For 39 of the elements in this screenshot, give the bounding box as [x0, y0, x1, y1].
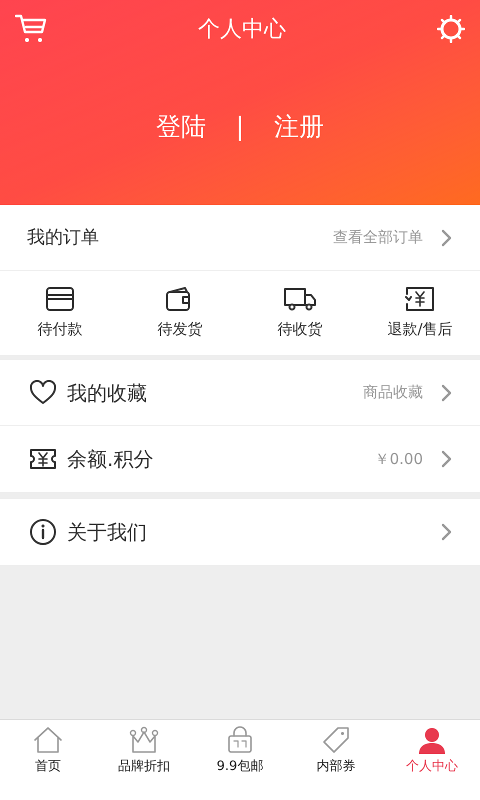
ticket-icon — [29, 447, 57, 471]
heart-icon — [29, 380, 57, 406]
tab-item[interactable]: 个人中心 — [384, 726, 480, 776]
chevron-icon — [441, 523, 453, 541]
chevron-icon — [441, 384, 453, 402]
menu-value: ￥0.00 — [374, 448, 423, 470]
cart-icon[interactable] — [15, 14, 47, 44]
shopping-bag-icon — [226, 726, 254, 754]
order-status-button[interactable]: 待收货 — [240, 271, 360, 355]
menu-label: 我的收藏 — [67, 380, 148, 406]
chevron-icon — [441, 228, 453, 246]
tab-item[interactable]: 9.9包邮 — [192, 726, 288, 776]
menu-value: 商品收藏 — [363, 382, 423, 404]
card-icon — [45, 286, 75, 312]
page-title: 个人中心 — [198, 16, 286, 44]
refund-icon — [405, 286, 435, 312]
menu-row[interactable]: 余额.积分 ￥0.00 — [0, 426, 480, 492]
tab-item[interactable]: 内部券 — [288, 726, 384, 776]
menu-row[interactable]: 关于我们 — [0, 499, 480, 565]
menu-label: 余额.积分 — [67, 446, 154, 473]
person-icon — [418, 726, 446, 754]
chevron-icon — [441, 450, 453, 468]
order-status-button[interactable]: 待付款 — [0, 271, 120, 355]
order-status-button[interactable]: 退款/售后 — [360, 271, 480, 355]
orders-row[interactable]: 我的订单 查看全部订单 — [0, 205, 480, 271]
orders-title: 我的订单 — [27, 226, 100, 250]
menu-row[interactable]: 我的收藏 商品收藏 — [0, 360, 480, 426]
all-orders-link: 查看全部订单 — [333, 227, 423, 248]
home-icon — [33, 726, 63, 754]
menu-label: 关于我们 — [67, 519, 148, 546]
truck-icon — [283, 286, 317, 312]
separator-text: | — [236, 110, 244, 143]
settings-icon[interactable] — [437, 15, 465, 43]
tab-item[interactable]: 首页 — [0, 726, 96, 776]
tag-icon — [322, 726, 350, 754]
order-status-button[interactable]: 待发货 — [120, 271, 240, 355]
crown-icon — [129, 726, 159, 754]
info-icon — [29, 518, 57, 546]
tab-item[interactable]: 品牌折扣 — [96, 726, 192, 776]
